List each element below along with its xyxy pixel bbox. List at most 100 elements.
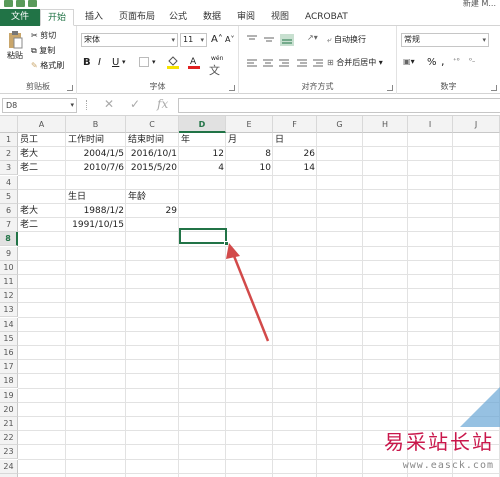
title-bar: 新建 M... [0, 0, 500, 9]
italic-button[interactable]: I [98, 57, 101, 68]
currency-icon: ▣ [403, 57, 411, 66]
watermark: 易采站长站 www.easck.com [370, 387, 500, 477]
undo-icon[interactable] [16, 0, 25, 7]
watermark-text: 易采站长站 [384, 430, 494, 454]
splitter-handle[interactable] [86, 100, 88, 110]
shrink-font-button[interactable]: A˅ [225, 35, 234, 44]
watermark-url: www.easck.com [402, 460, 494, 471]
wrap-text-button[interactable]: ⤶ 自动换行 [327, 34, 366, 45]
font-size-value: 11 [183, 35, 194, 44]
chevron-down-icon: ▾ [171, 36, 175, 44]
grow-font-button[interactable]: A˄ [211, 34, 223, 45]
font-color-button[interactable]: A [188, 55, 200, 71]
arrow-head [226, 243, 240, 259]
grow-font-label: A [211, 34, 218, 45]
borders-button[interactable] [139, 57, 149, 69]
shrink-font-label: A [225, 35, 231, 44]
number-format-select[interactable]: 常规 ▾ [401, 33, 489, 47]
underline-button[interactable]: U [112, 57, 119, 68]
wrap-icon: ⤶ [327, 35, 332, 44]
comma-button[interactable]: , [441, 55, 445, 68]
fill-color-button[interactable] [167, 55, 179, 71]
ribbon: 粘贴 ✂ 剪切 ⧉ 复制 ✎ 格式刷 剪贴板 宋体 ▾ 11 ▾ A˄ A˅ B I… [0, 26, 500, 94]
redo-icon[interactable] [28, 0, 37, 7]
horizontal-align-icons [247, 59, 323, 67]
orientation-button[interactable]: ↗▾ [307, 33, 318, 42]
ribbon-tabs: 文件 开始 插入 页面布局 公式 数据 审阅 视图 ACROBAT [0, 9, 500, 26]
percent-button[interactable]: % [427, 57, 437, 68]
decrease-indent-icon[interactable] [297, 59, 307, 67]
tab-page-layout[interactable]: 页面布局 [112, 9, 162, 26]
increase-decimal-icon[interactable]: ⁺⁰ [453, 57, 460, 65]
increase-indent-icon[interactable] [313, 59, 323, 67]
font-name-select[interactable]: 宋体 ▾ [81, 33, 178, 47]
name-box-value: D8 [6, 101, 18, 110]
tab-review[interactable]: 审阅 [230, 9, 262, 26]
enter-icon[interactable]: ✓ [130, 97, 140, 111]
formula-input[interactable] [178, 98, 500, 113]
number-group: 常规 ▾ ▣▾ % , ⁺⁰ ⁰₋ 数字 [397, 26, 500, 94]
cut-label: 剪切 [40, 31, 57, 40]
align-right-icon[interactable] [279, 59, 289, 67]
alignment-group: ↗▾ ⤶ 自动换行 ⊞ 合并后居中 ▾ 对齐方式 [239, 26, 397, 94]
font-name-value: 宋体 [84, 35, 100, 44]
copy-icon: ⧉ [31, 46, 37, 55]
phonetic-label: wén [211, 55, 224, 62]
copy-button[interactable]: ⧉ 复制 [31, 45, 55, 56]
tab-home[interactable]: 开始 [40, 9, 75, 26]
format-painter-button[interactable]: ✎ 格式刷 [31, 60, 64, 71]
merge-center-button[interactable]: ⊞ 合并后居中 ▾ [327, 57, 383, 68]
wrap-text-label: 自动换行 [334, 35, 367, 44]
tab-insert[interactable]: 插入 [78, 9, 110, 26]
chevron-down-icon: ▾ [482, 36, 486, 44]
number-launcher-icon[interactable] [491, 85, 497, 91]
svg-text:A: A [190, 57, 197, 67]
borders-icon [139, 57, 149, 67]
font-size-select[interactable]: 11 ▾ [180, 33, 207, 47]
cancel-icon[interactable]: ✕ [104, 97, 114, 111]
merge-icon: ⊞ [327, 58, 334, 67]
name-box[interactable]: D8 ▾ [2, 98, 77, 113]
insert-function-icon[interactable]: fx [157, 97, 168, 111]
number-group-label: 数字 [440, 82, 457, 91]
clipboard-group: 粘贴 ✂ 剪切 ⧉ 复制 ✎ 格式刷 剪贴板 [0, 26, 77, 94]
tab-formulas[interactable]: 公式 [162, 9, 194, 26]
save-icon[interactable] [4, 0, 13, 7]
tab-acrobat[interactable]: ACROBAT [298, 9, 355, 26]
middle-align-icon[interactable] [264, 37, 274, 42]
merge-center-label: 合并后居中 [336, 58, 377, 67]
formula-bar: D8 ▾ ✕ ✓ fx [0, 94, 500, 116]
format-painter-label: 格式刷 [40, 61, 65, 70]
paste-button[interactable]: 粘贴 [4, 30, 26, 61]
font-group-label: 字体 [149, 82, 166, 91]
tab-file[interactable]: 文件 [0, 9, 40, 26]
accounting-format-button[interactable]: ▣▾ [403, 57, 415, 66]
align-left-icon[interactable] [247, 59, 257, 67]
tab-data[interactable]: 数据 [196, 9, 228, 26]
chevron-down-icon: ▾ [70, 101, 74, 109]
underline-dropdown-icon[interactable]: ▾ [122, 58, 126, 66]
vertical-align-icons [247, 34, 294, 46]
alignment-group-label: 对齐方式 [301, 82, 334, 91]
phonetic-button[interactable]: wén 文 [209, 55, 223, 78]
font-launcher-icon[interactable] [229, 85, 235, 91]
align-center-icon[interactable] [263, 59, 273, 67]
paste-icon [9, 31, 23, 49]
borders-dropdown-icon[interactable]: ▾ [152, 58, 156, 66]
font-group: 宋体 ▾ 11 ▾ A˄ A˅ B I U ▾ ▾ A wén 文 字体 [77, 26, 239, 94]
bold-button[interactable]: B [83, 57, 91, 68]
quick-access-toolbar [4, 0, 114, 9]
decrease-decimal-icon[interactable]: ⁰₋ [469, 57, 476, 65]
top-align-icon[interactable] [247, 35, 257, 40]
clipboard-launcher-icon[interactable] [67, 85, 73, 91]
paste-label: 粘贴 [7, 51, 23, 60]
number-format-value: 常规 [404, 35, 420, 44]
cut-button[interactable]: ✂ 剪切 [31, 30, 56, 41]
scissors-icon: ✂ [31, 31, 38, 40]
font-color-icon: A [188, 57, 200, 69]
tab-view[interactable]: 视图 [264, 9, 296, 26]
alignment-launcher-icon[interactable] [387, 85, 393, 91]
orientation-icon: ↗ [307, 33, 314, 42]
phonetic-icon: 文 [209, 64, 220, 77]
clipboard-group-label: 剪贴板 [26, 82, 50, 91]
